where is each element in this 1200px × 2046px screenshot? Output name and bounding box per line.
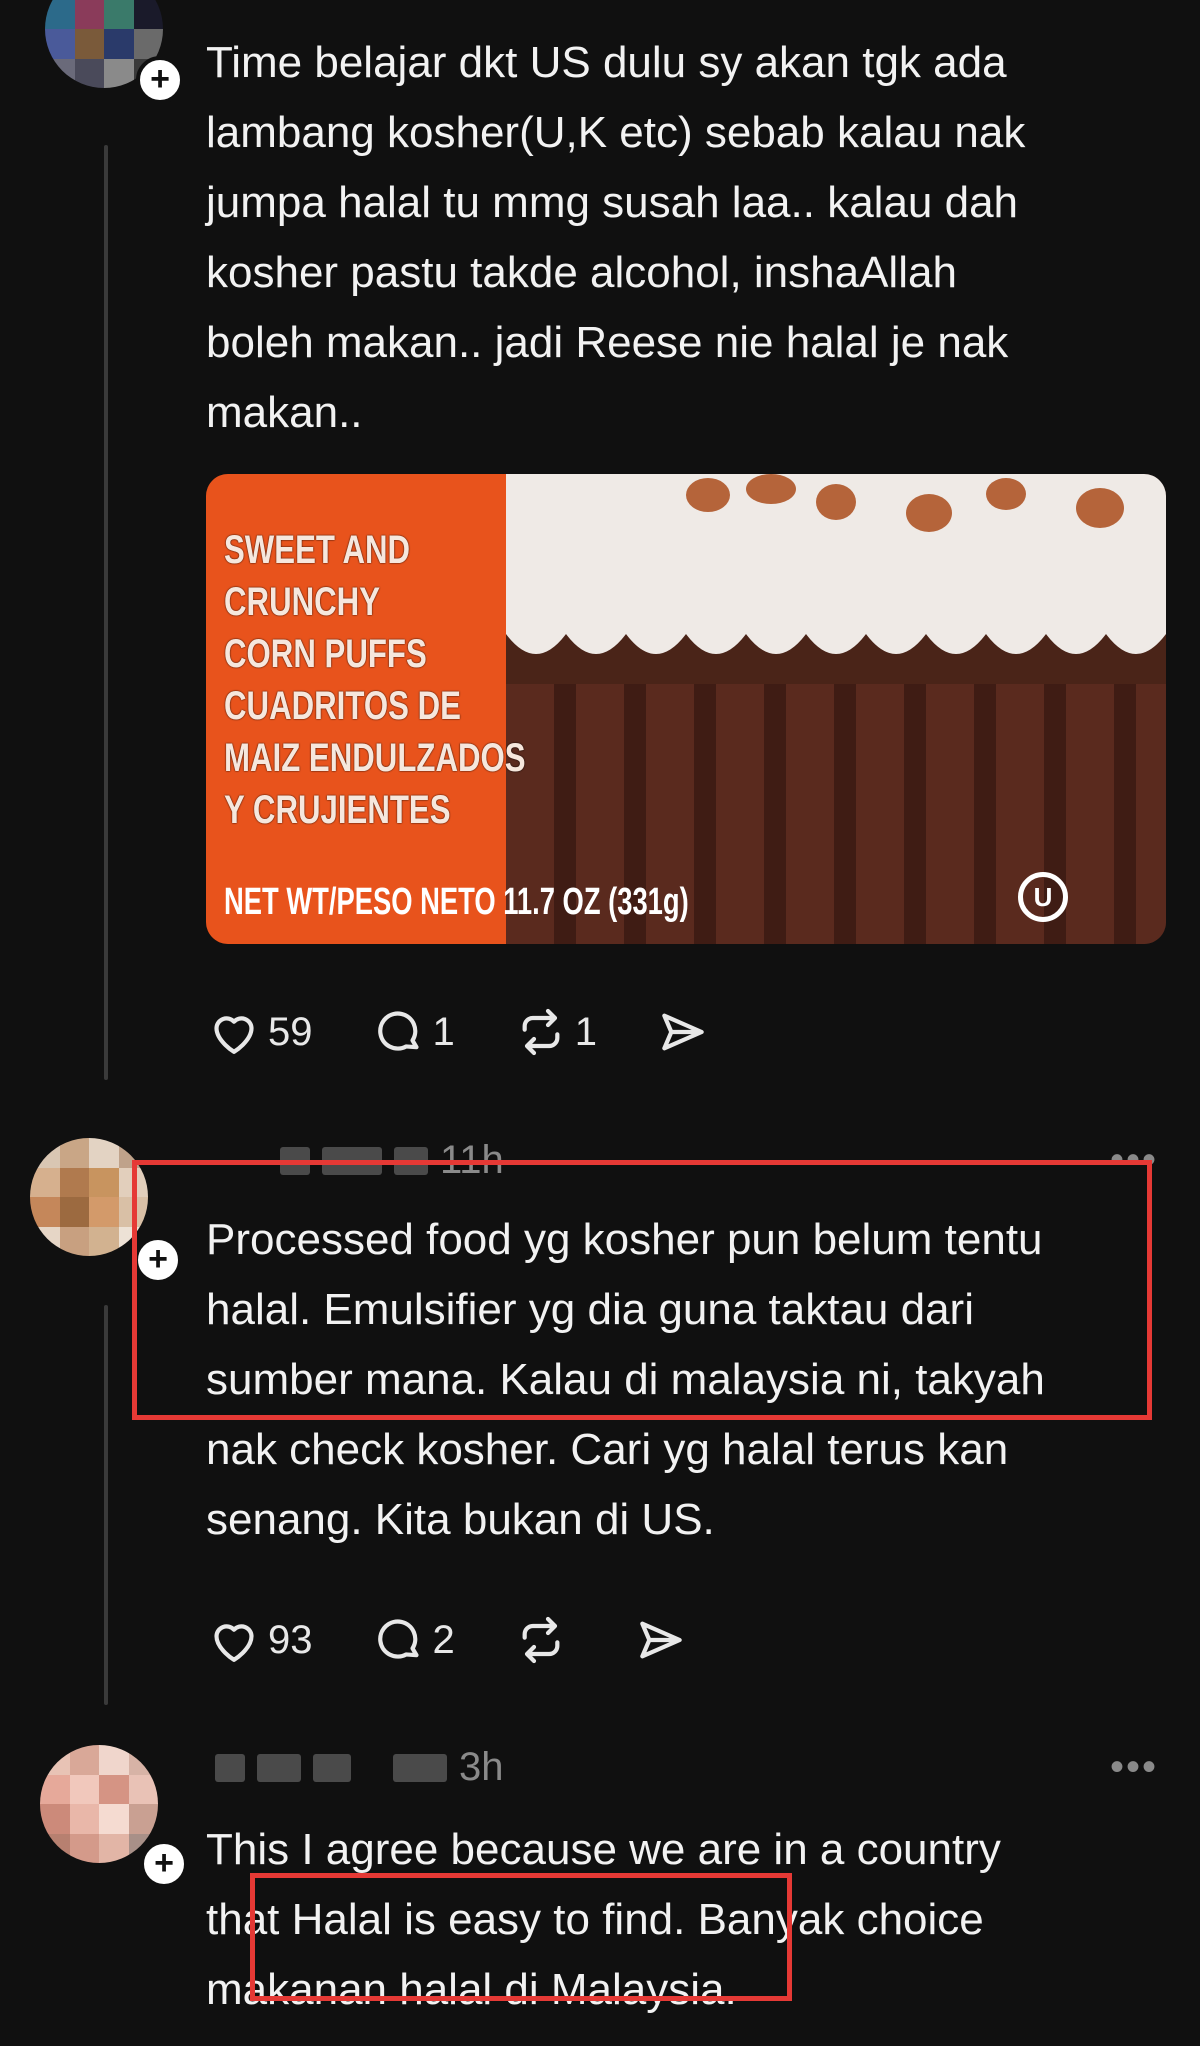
reply-count: 2 [432,1617,455,1662]
reply-button[interactable]: 1 [371,1004,455,1060]
heart-icon [214,1624,254,1662]
post-actions: 59 1 1 [206,1004,775,1060]
like-button[interactable]: 93 [206,1612,313,1668]
repost-icon [522,1008,560,1056]
post-image[interactable]: SWEET AND CRUNCHY CORN PUFFS CUADRITOS D… [206,474,1166,944]
post-actions: 93 2 [206,1612,753,1668]
reply-button[interactable]: 2 [371,1612,455,1668]
comment-icon [377,1011,419,1051]
share-button[interactable] [633,1612,695,1668]
thread-line [104,145,108,1080]
redacted-username [257,1753,301,1782]
highlight-box [250,1873,792,2001]
redacted-username [393,1753,447,1782]
follow-plus-icon[interactable]: + [136,56,184,104]
package-text: SWEET AND CRUNCHY CORN PUFFS CUADRITOS D… [224,528,526,832]
repost-button[interactable]: 1 [513,1004,597,1060]
avatar[interactable] [40,1745,158,1863]
more-dots-icon[interactable]: ••• [1110,1745,1158,1790]
cereal-puff [986,478,1026,510]
repost-button[interactable] [513,1612,575,1668]
package-net-weight: NET WT/PESO NETO 11.7 OZ (331g) [224,881,689,923]
thread-line [104,1305,108,1705]
like-count: 93 [268,1617,313,1662]
share-button[interactable] [655,1004,717,1060]
post-text: Time belajar dkt US dulu sy akan tgk ada… [206,38,1026,437]
cereal-puff [816,484,856,520]
like-count: 59 [268,1009,313,1054]
post-time: 3h [459,1745,504,1789]
avatar[interactable] [30,1138,148,1256]
repost-count: 1 [574,1009,597,1054]
cereal-puff [746,474,796,504]
reply-count: 1 [432,1009,455,1054]
cereal-puff [906,494,952,532]
heart-icon [214,1016,254,1054]
kosher-symbol: U [1018,872,1068,922]
send-icon [639,1621,682,1659]
like-button[interactable]: 59 [206,1004,313,1060]
follow-plus-icon[interactable]: + [140,1840,188,1888]
repost-icon [522,1616,560,1664]
cereal-puff [1076,488,1124,528]
highlight-box [132,1160,1152,1420]
send-icon [662,1013,704,1051]
redacted-username [215,1753,245,1782]
comment-icon [377,1619,419,1659]
redacted-username [313,1753,351,1782]
post-meta: 3h [215,1745,504,1790]
package-wave-decoration [506,564,1166,654]
cereal-puff [686,478,730,512]
